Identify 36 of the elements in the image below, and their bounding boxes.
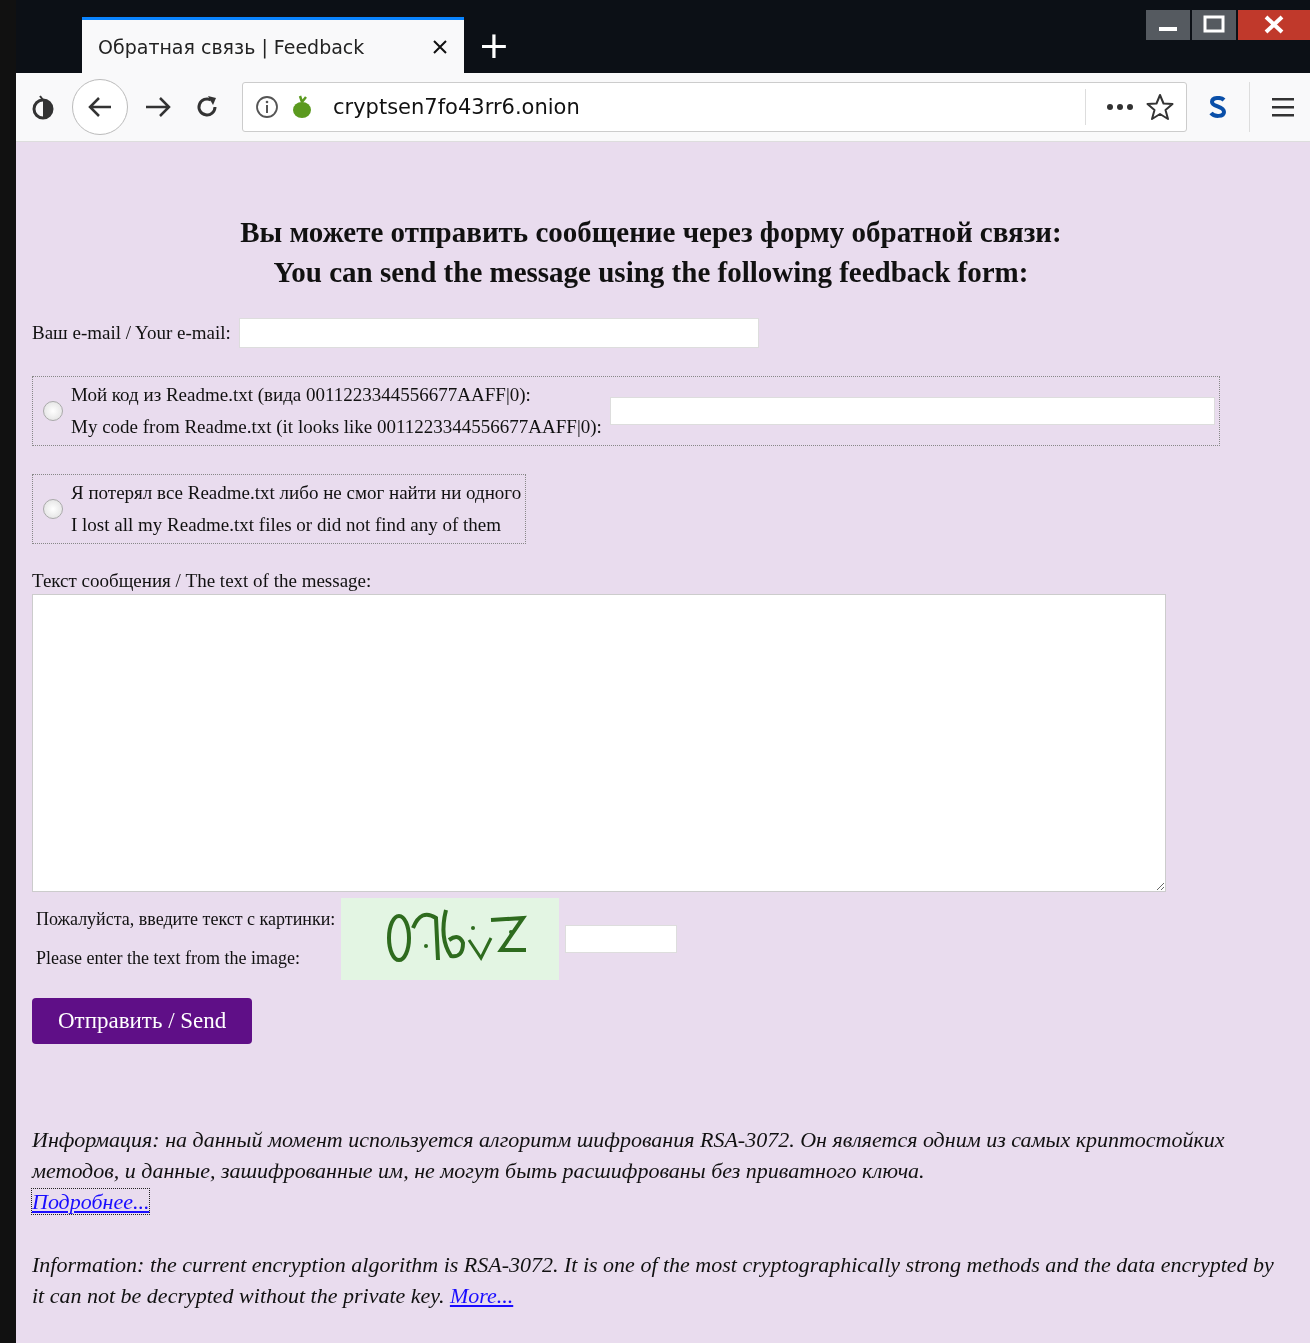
radio-button[interactable] bbox=[43, 401, 63, 421]
option-label: I lost all my Readme.txt files or did not find any of them bbox=[71, 513, 503, 537]
maximize-icon[interactable] bbox=[1192, 10, 1236, 40]
star-icon[interactable] bbox=[1146, 93, 1174, 122]
radio-button[interactable] bbox=[43, 499, 63, 519]
captcha-field[interactable] bbox=[565, 925, 678, 953]
more-link[interactable]: More... bbox=[449, 1283, 514, 1308]
more-link[interactable]: Подробнее... bbox=[32, 1189, 150, 1214]
url-text: cryptsen7fo43rr6.onion bbox=[333, 95, 580, 120]
tab-title: Обратная связь | Feedback bbox=[98, 36, 366, 58]
option-label: Мой код из Readme.txt (вида 0011223344556677AAFF|0): bbox=[71, 383, 532, 407]
new-tab-button[interactable]: + bbox=[464, 17, 524, 74]
info-paragraph: Информация: на данный момент используется алгоритм шифрования RSA-3072. Он является одним из самых криптостойких методов, и данные, зашифрованные им, не могут быть расшифрованы без приватного ключа. Подробнее... bbox=[32, 1126, 1226, 1216]
browser-tab[interactable]: Обратная связь | Feedback bbox=[82, 17, 464, 74]
option-label: My code from Readme.txt (it looks like 0011223344556677AAFF|0): bbox=[71, 415, 602, 439]
page-heading: Вы можете отправить сообщение через форму обратной связи: bbox=[239, 215, 1063, 250]
forward-arrow-icon[interactable] bbox=[144, 96, 172, 119]
address-bar[interactable]: cryptsen7fo43rr6.onion bbox=[242, 82, 1187, 133]
close-icon[interactable] bbox=[432, 39, 448, 55]
message-label: Текст сообщения / The text of the message: bbox=[32, 570, 373, 592]
code-field[interactable] bbox=[609, 397, 1215, 425]
captcha-label: Пожалуйста, введите текст с картинки: bbox=[36, 909, 336, 930]
email-field[interactable] bbox=[238, 318, 759, 348]
captcha-label: Please enter the text from the image: bbox=[36, 948, 301, 969]
info-icon[interactable] bbox=[255, 95, 279, 120]
email-label: Ваш e-mail / Your e-mail: bbox=[32, 322, 231, 344]
back-arrow-icon bbox=[87, 96, 113, 119]
more-icon[interactable] bbox=[1106, 103, 1134, 112]
page-heading: You can send the message using the following feedback form: bbox=[272, 255, 1030, 290]
shield-s-icon[interactable] bbox=[1209, 96, 1227, 119]
menu-icon[interactable] bbox=[1272, 97, 1294, 118]
option-label: Я потерял все Readme.txt либо не смог найти ни одного bbox=[71, 481, 522, 505]
minimize-icon[interactable] bbox=[1146, 10, 1190, 40]
message-field[interactable] bbox=[32, 594, 1166, 892]
send-button[interactable]: Отправить / Send bbox=[32, 998, 253, 1044]
info-paragraph: Information: the current encryption algorithm is RSA-3072. It is one of the most cryptographically strong methods and the data encrypted by it can not be decrypted without the private key. More... bbox=[32, 1251, 1275, 1310]
